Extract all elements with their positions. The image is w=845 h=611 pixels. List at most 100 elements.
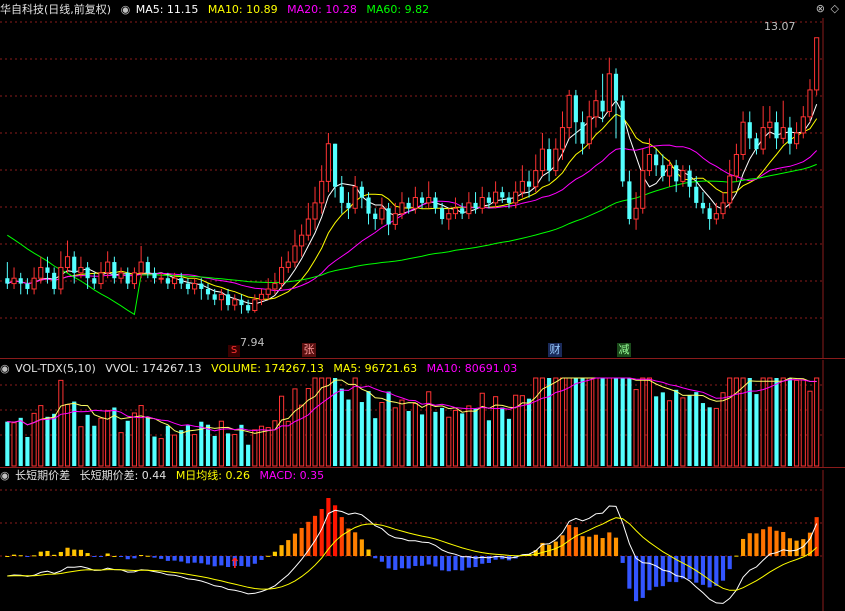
macd-bar <box>179 556 184 562</box>
volume-bar <box>138 405 144 467</box>
macd-bar <box>246 556 251 567</box>
macd-bar <box>633 556 639 602</box>
candle-body <box>573 95 578 123</box>
candle-body <box>185 283 191 289</box>
volume-bar <box>580 378 585 466</box>
volume-bar <box>325 377 331 467</box>
settings-circle-icon[interactable]: ◉ <box>0 362 10 375</box>
volume-bar <box>640 377 646 467</box>
volume-bar <box>98 417 104 467</box>
macd-bar <box>45 550 50 556</box>
candle-body <box>72 256 77 273</box>
candle-body <box>346 202 351 209</box>
volume-bar <box>252 429 258 467</box>
candle-body <box>58 266 64 290</box>
candle-body <box>506 197 512 203</box>
macd-bar <box>185 556 191 564</box>
volume-bar <box>45 416 50 466</box>
macd-bar <box>72 549 77 556</box>
diff-indicator-name[interactable]: 长短期价差 <box>15 469 70 482</box>
candle-body <box>25 283 30 289</box>
macd-bar <box>366 549 371 556</box>
ma5-label: MA5: 11.15 <box>135 3 199 16</box>
candle-body <box>479 197 485 209</box>
volume-bar <box>225 433 231 466</box>
candle-body <box>258 293 265 301</box>
macd-bar <box>333 505 338 556</box>
macd-bar <box>680 556 685 579</box>
macd-bar <box>460 556 465 571</box>
candle-body <box>31 277 37 290</box>
candle-body <box>38 266 44 279</box>
volume-bar <box>212 435 217 466</box>
candle-body <box>225 294 231 306</box>
volume-bar <box>694 392 699 466</box>
volume-bar <box>125 420 130 466</box>
candle-body <box>165 278 170 284</box>
candle-body <box>179 278 184 284</box>
volume-bar <box>131 412 137 467</box>
macd-bar <box>754 533 759 556</box>
macd-bar <box>299 527 304 556</box>
volume-bar <box>446 416 452 467</box>
macd-bar <box>132 556 137 559</box>
volume-bar <box>379 401 385 467</box>
macd-bar <box>747 533 752 556</box>
volume-bar <box>466 405 472 467</box>
event-marker-zhang[interactable]: 张 <box>302 343 316 357</box>
volume-bar <box>553 377 559 467</box>
volume-bar <box>600 378 605 466</box>
panel-divider <box>0 358 845 359</box>
candle-body <box>412 197 418 209</box>
candle-body <box>112 262 117 279</box>
volume-bar <box>780 377 786 467</box>
volume-bar <box>406 410 411 466</box>
volume-bar <box>373 418 378 466</box>
volume-bar <box>352 377 358 467</box>
volume-bar <box>145 417 150 466</box>
candle-body <box>640 170 646 209</box>
candle-body <box>152 272 157 279</box>
settings-circle-icon[interactable]: ◉ <box>0 469 10 482</box>
volume-bar <box>680 397 686 467</box>
close-icon[interactable]: ⊗ <box>816 2 825 15</box>
macd-bar <box>286 540 291 556</box>
candle-body <box>633 207 639 220</box>
candle-body <box>158 277 164 280</box>
event-marker-cai[interactable]: 财 <box>548 343 562 357</box>
candle-body <box>18 278 23 284</box>
macd-bar <box>78 549 83 556</box>
volume-bar <box>412 403 418 467</box>
candle-body <box>547 149 552 171</box>
macd-bar <box>279 545 284 556</box>
volume-bar <box>740 377 746 467</box>
volume-bar <box>526 398 532 466</box>
candle-body <box>680 170 686 182</box>
macd-bar <box>720 556 726 581</box>
volume-bar <box>586 377 592 467</box>
candle-body <box>319 180 325 204</box>
candle-body <box>720 202 726 215</box>
candle-body <box>279 266 285 285</box>
candle-body <box>272 283 278 290</box>
candle-body <box>366 197 371 214</box>
event-marker-jian[interactable]: 减 <box>617 343 631 357</box>
stock-chart-window[interactable]: 华自科技(日线,前复权) ◉ MA5: 11.15 MA10: 10.89 MA… <box>0 0 845 611</box>
macd-bar <box>18 555 23 557</box>
macd-bar <box>466 556 471 568</box>
event-marker-s[interactable]: S <box>228 345 240 357</box>
diamond-icon[interactable]: ◇ <box>831 2 839 15</box>
macd-bar <box>393 556 398 570</box>
volume-bar <box>707 407 712 466</box>
high-price-label: 13.07 <box>764 20 796 33</box>
volume-bar <box>700 403 706 466</box>
macd-bar <box>727 556 732 570</box>
volume-bar <box>460 413 465 466</box>
candle-body <box>252 299 258 311</box>
chart-canvas[interactable] <box>0 0 845 611</box>
macd-bar <box>5 556 10 557</box>
macd-bar <box>259 556 264 560</box>
macd-bar <box>767 526 772 556</box>
vol-indicator-name[interactable]: VOL-TDX(5,10) <box>15 362 96 375</box>
settings-circle-icon[interactable]: ◉ <box>121 3 131 16</box>
